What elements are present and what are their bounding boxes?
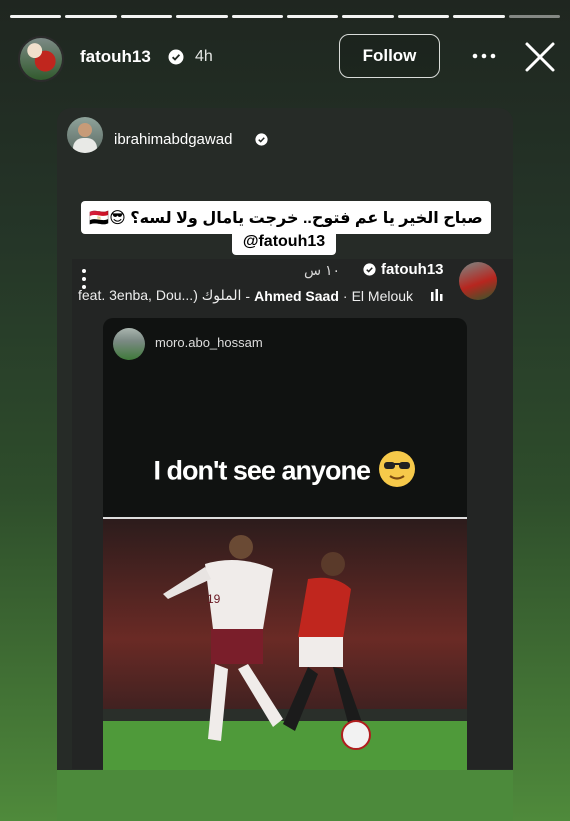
music-info[interactable]: feat. 3enba, Dou...) الملوك - Ahmed Saad… xyxy=(78,287,420,304)
shared-story-username[interactable]: fatouh13 xyxy=(381,261,444,278)
more-options-icon[interactable] xyxy=(469,44,499,68)
story-header: fatouh13 4h Follow xyxy=(0,34,570,82)
story-username[interactable]: fatouh13 xyxy=(80,47,151,67)
jersey-number: 19 xyxy=(207,592,221,606)
card-footer-strip xyxy=(57,770,513,821)
verified-badge-icon xyxy=(255,133,268,146)
football-photo: 19 xyxy=(103,517,467,770)
nested-post-avatar[interactable] xyxy=(113,328,145,360)
story-time: 4h xyxy=(195,48,213,65)
reply-avatar[interactable] xyxy=(67,117,103,153)
mention-sticker[interactable]: @fatouh13 xyxy=(232,229,336,255)
sunglasses-emoji-icon xyxy=(377,449,417,496)
progress-segment xyxy=(342,15,394,18)
follow-button[interactable]: Follow xyxy=(339,34,440,78)
story-progress-bar xyxy=(10,15,561,18)
progress-segment xyxy=(508,15,561,18)
shared-story-avatar[interactable] xyxy=(459,262,497,300)
avatar[interactable] xyxy=(18,36,64,82)
progress-segment xyxy=(287,15,339,18)
verified-badge-icon xyxy=(168,49,184,65)
shared-story-time: ١٠ س xyxy=(304,262,341,278)
progress-segment xyxy=(397,15,450,18)
music-bars-icon xyxy=(431,289,443,301)
nested-post-text: I don't see anyone xyxy=(120,449,450,496)
progress-segment xyxy=(176,15,228,18)
music-feat: feat. 3enba, Dou...) الملوك xyxy=(78,287,242,303)
progress-segment xyxy=(120,15,173,18)
close-icon[interactable] xyxy=(523,40,557,74)
progress-segment xyxy=(10,15,62,18)
progress-segment xyxy=(65,15,117,18)
music-artist: Ahmed Saad xyxy=(254,287,339,304)
progress-segment xyxy=(453,15,505,18)
progress-segment xyxy=(231,15,284,18)
reply-username[interactable]: ibrahimabdgawad xyxy=(114,131,232,148)
nested-post-username[interactable]: moro.abo_hossam xyxy=(155,335,263,350)
music-song: El Melouk xyxy=(351,287,414,304)
verified-badge-icon xyxy=(363,263,376,276)
